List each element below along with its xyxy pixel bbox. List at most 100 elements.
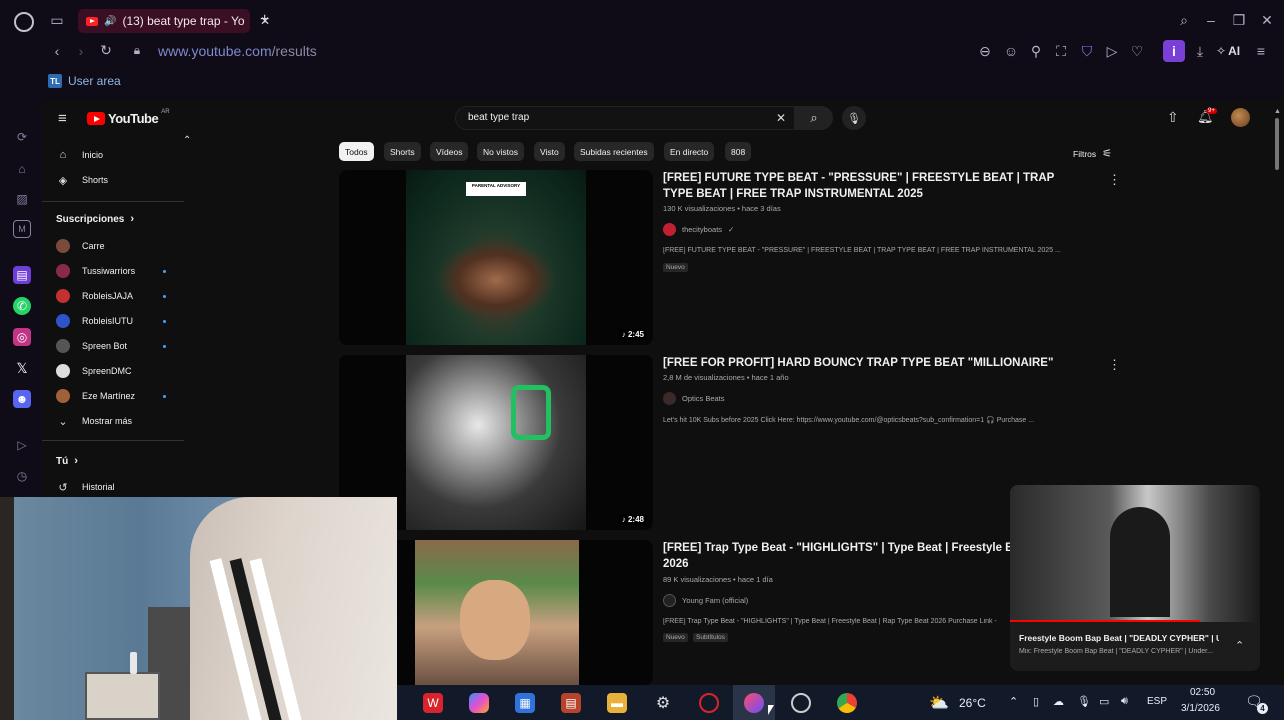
search-input[interactable]: beat type trap ✕	[455, 106, 795, 130]
scroll-up-icon[interactable]: ▲	[1274, 108, 1281, 115]
more-options-icon[interactable]: ⋮	[1108, 357, 1121, 373]
sidebar-item-inicio[interactable]: ⌂ Inicio	[56, 148, 180, 162]
sidebar-item-subscription[interactable]: SpreenDMC	[56, 364, 180, 378]
x-twitter-icon[interactable]: 𝕏	[13, 359, 31, 377]
forward-icon[interactable]: ›	[72, 43, 90, 61]
miniplayer[interactable]: Freestyle Boom Bap Beat | "DEADLY CYPHER…	[1010, 485, 1260, 671]
emoji-icon[interactable]: ☺	[1002, 43, 1020, 61]
video-result[interactable]: [FREE] Trap Type Beat - "HIGHLIGHTS" | T…	[339, 540, 1119, 685]
discord-icon[interactable]: ☻	[13, 390, 31, 408]
search-tabs-icon[interactable]: ⌕	[1175, 12, 1193, 30]
youtube-logo[interactable]: YouTube AR	[87, 109, 170, 126]
onedrive-icon[interactable]: ☁	[1053, 695, 1064, 708]
whatsapp-icon[interactable]: ✆	[13, 297, 31, 315]
user-area-bookmark[interactable]: TL User area	[48, 74, 121, 88]
settings-gear-icon[interactable]: ⚙	[653, 693, 673, 713]
video-result[interactable]: PARENTAL ADVISORY ♪ 2:45 [FREE] FUTURE T…	[339, 170, 1121, 345]
video-title[interactable]: [FREE] FUTURE TYPE BEAT - "PRESSURE" | F…	[663, 170, 1073, 202]
info-extension-icon[interactable]: i	[1163, 40, 1185, 62]
video-title[interactable]: [FREE FOR PROFIT] HARD BOUNCY TRAP TYPE …	[663, 355, 1073, 371]
video-thumbnail[interactable]: PARENTAL ADVISORY ♪ 2:45	[339, 170, 653, 345]
copilot-icon[interactable]	[469, 693, 489, 713]
opera-logo-icon[interactable]	[14, 12, 34, 32]
chrome-icon[interactable]	[837, 693, 857, 713]
history-clock-icon[interactable]: ◷	[13, 467, 31, 485]
reload-icon[interactable]: ↻	[97, 42, 115, 60]
aria-icon[interactable]: ⟳	[13, 128, 31, 146]
temperature[interactable]: 26°C	[959, 696, 986, 710]
you-heading[interactable]: Tú ›	[56, 455, 180, 467]
hamburger-icon[interactable]: ≡	[58, 110, 67, 127]
video-channel[interactable]: Young Fam (official)	[663, 594, 748, 607]
tray-overflow-icon[interactable]: ⌃	[1009, 695, 1018, 708]
sidebar-item-subscription[interactable]: Tussiwarriors	[56, 264, 180, 278]
wps-office-icon[interactable]: W	[423, 693, 443, 713]
more-options-icon[interactable]: ⋮	[1108, 172, 1121, 188]
player-icon[interactable]: ▷	[1103, 43, 1121, 61]
crypto-wallet-icon[interactable]: ▨	[13, 190, 31, 208]
voice-search-button[interactable]: 🎙︎	[842, 106, 866, 130]
subscriptions-heading[interactable]: Suscripciones ›	[56, 213, 180, 225]
lock-icon[interactable]: 🔒︎	[128, 42, 146, 60]
chip-visto[interactable]: Visto	[534, 142, 565, 161]
shopping-icon[interactable]: ⌂	[13, 160, 31, 178]
chip-en-directo[interactable]: En directo	[664, 142, 715, 161]
workspaces-icon[interactable]: ▭	[48, 12, 66, 30]
menu-icon[interactable]: ≡	[1252, 43, 1270, 61]
maximize-icon[interactable]: ❐	[1230, 12, 1248, 30]
chip-no-vistos[interactable]: No vistos	[477, 142, 524, 161]
sidebar-item-subscription[interactable]: Eze Martínez	[56, 389, 180, 403]
address-bar[interactable]: www.youtube.com/results	[158, 43, 317, 59]
player-sidebar-icon[interactable]: ▷	[13, 436, 31, 454]
video-channel[interactable]: thecityboats ✓	[663, 223, 734, 236]
download-icon[interactable]: ⤓	[1191, 43, 1209, 61]
store-icon[interactable]: ▦	[515, 693, 535, 713]
upload-icon[interactable]: ⇧	[1167, 109, 1179, 126]
snapshot-icon[interactable]: ⛶	[1052, 43, 1070, 61]
ai-button[interactable]: ✧ AI	[1216, 44, 1240, 58]
miniplayer-video[interactable]	[1010, 485, 1260, 622]
expand-chevron-icon[interactable]: ⌃	[1235, 639, 1244, 652]
miniplayer-title[interactable]: Freestyle Boom Bap Beat | "DEADLY CYPHER…	[1019, 633, 1219, 643]
pin-icon[interactable]: ⚲	[1027, 43, 1045, 61]
search-button[interactable]: ⌕	[795, 106, 833, 130]
network-icon[interactable]: ▭	[1099, 695, 1109, 708]
show-more-button[interactable]: ⌄ Mostrar más	[56, 414, 180, 428]
chip-shorts[interactable]: Shorts	[384, 142, 421, 161]
miniplayer-progress[interactable]	[1010, 620, 1200, 622]
clear-search-icon[interactable]: ✕	[776, 111, 786, 125]
instagram-icon[interactable]: ◎	[13, 328, 31, 346]
sidebar-item-subscription[interactable]: RobleisIUTU	[56, 314, 180, 328]
language-indicator[interactable]: ESP	[1147, 696, 1167, 707]
collapse-chevron-icon[interactable]: ⌃	[183, 135, 191, 146]
sidebar-item-shorts[interactable]: ◈ Shorts	[56, 173, 180, 187]
vpn-shield-icon[interactable]: ⛉	[1078, 43, 1096, 61]
weather-icon[interactable]: ⛅	[929, 693, 949, 713]
microphone-tray-icon[interactable]: 🎙︎	[1077, 695, 1091, 708]
clock-date[interactable]: 3/1/2026	[1181, 703, 1220, 714]
new-tab-plus-button[interactable]: +	[260, 11, 269, 29]
twitch-icon[interactable]: ▤	[13, 266, 31, 284]
video-result[interactable]: ♪ 2:48 [FREE FOR PROFIT] HARD BOUNCY TRA…	[339, 355, 1121, 530]
opera-gx-icon[interactable]	[699, 693, 719, 713]
sidebar-item-subscription[interactable]: RobleisJAJA	[56, 289, 180, 303]
scrollbar-thumb[interactable]	[1275, 118, 1279, 170]
opera-browser-icon[interactable]	[744, 693, 764, 713]
video-channel[interactable]: Optics Beats	[663, 392, 725, 405]
tray-app-icon[interactable]: ▯	[1033, 695, 1039, 708]
zoom-out-icon[interactable]: ⊖	[976, 43, 994, 61]
video-title[interactable]: [FREE] Trap Type Beat - "HIGHLIGHTS" | T…	[663, 540, 1013, 556]
clock-time[interactable]: 02:50	[1190, 687, 1215, 698]
active-tab[interactable]: 🔊 (13) beat type trap - Yo	[78, 9, 250, 33]
close-window-icon[interactable]: ✕	[1258, 12, 1276, 30]
obs-studio-icon[interactable]	[791, 693, 811, 713]
speaker-icon[interactable]: 🔊	[104, 16, 116, 27]
volume-icon[interactable]: 🔊︎	[1121, 695, 1128, 708]
winrar-icon[interactable]: ▤	[561, 693, 581, 713]
heart-icon[interactable]: ♡	[1128, 43, 1146, 61]
sidebar-item-subscription[interactable]: Carre	[56, 239, 180, 253]
page-scrollbar[interactable]: ▲	[1274, 104, 1281, 684]
back-icon[interactable]: ‹	[48, 43, 66, 61]
minimize-icon[interactable]: –	[1202, 12, 1220, 30]
messenger-icon[interactable]: M	[13, 220, 31, 238]
